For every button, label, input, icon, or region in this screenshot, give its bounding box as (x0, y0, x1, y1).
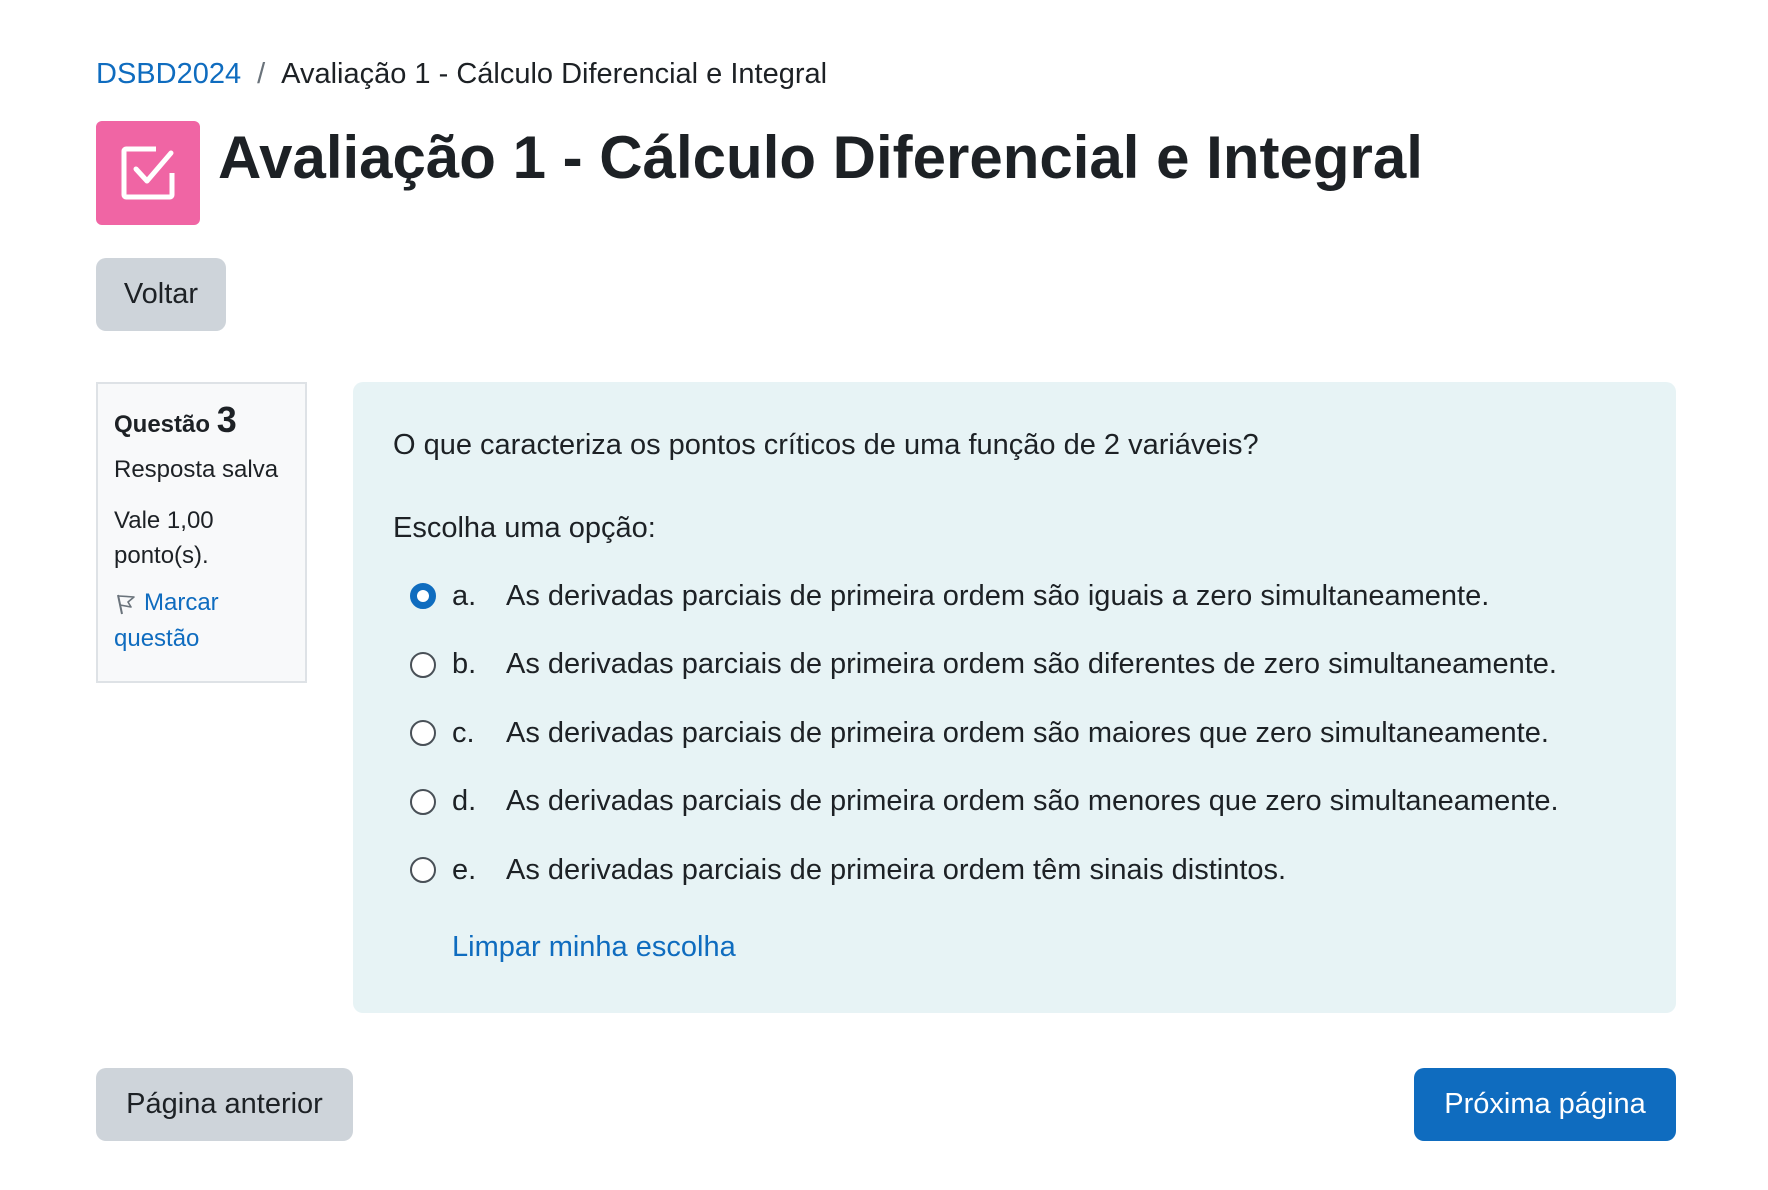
flag-question-link[interactable]: Marcar questão (114, 585, 289, 657)
answer-letter: c. (452, 716, 475, 749)
answer-text[interactable]: As derivadas parciais de primeira ordem … (506, 854, 1636, 887)
answer-option-e[interactable]: e. As derivadas parciais de primeira ord… (393, 836, 1636, 905)
quiz-attempt-page: DSBD2024 / Avaliação 1 - Cálculo Diferen… (0, 0, 1768, 1190)
answer-letter: b. (452, 648, 477, 681)
answer-radio-d[interactable] (410, 788, 436, 815)
answer-text[interactable]: As derivadas parciais de primeira ordem … (506, 717, 1636, 750)
answer-radio-b[interactable] (410, 651, 436, 678)
answer-option-c[interactable]: c. As derivadas parciais de primeira ord… (393, 699, 1636, 768)
back-button[interactable]: Voltar (96, 258, 226, 331)
question-info-panel: Questão 3 Resposta salva Vale 1,00 ponto… (96, 382, 307, 683)
answer-radio-a[interactable] (410, 583, 436, 610)
answer-option-d[interactable]: d. As derivadas parciais de primeira ord… (393, 768, 1636, 837)
clear-choice-link[interactable]: Limpar minha escolha (452, 931, 736, 964)
answer-text[interactable]: As derivadas parciais de primeira ordem … (506, 785, 1636, 818)
breadcrumb-separator: / (257, 58, 266, 90)
answer-letter: a. (452, 579, 477, 612)
breadcrumb-course-link[interactable]: DSBD2024 (96, 56, 241, 92)
answer-text[interactable]: As derivadas parciais de primeira ordem … (506, 648, 1636, 681)
answer-prompt: Escolha uma opção: (393, 512, 656, 544)
question-number-label: Questão (114, 411, 211, 438)
answer-letter: d. (452, 785, 477, 818)
question-grade: Vale 1,00 ponto(s). (114, 507, 214, 569)
question-number: Questão 3 (114, 400, 289, 445)
question-state: Resposta salva (114, 456, 279, 483)
flag-icon (117, 594, 135, 614)
page-header: Avaliação 1 - Cálculo Diferencial e Inte… (96, 121, 1423, 225)
answer-text[interactable]: As derivadas parciais de primeira ordem … (506, 580, 1636, 613)
answer-radio-c[interactable] (410, 720, 436, 747)
answer-radio-e[interactable] (410, 857, 436, 884)
answer-option-a[interactable]: a. As derivadas parciais de primeira ord… (393, 562, 1636, 631)
quiz-checkbox-icon (96, 121, 200, 225)
page-title: Avaliação 1 - Cálculo Diferencial e Inte… (218, 124, 1423, 191)
question-text: O que caracteriza os pontos críticos de … (393, 429, 1259, 461)
question-content: O que caracteriza os pontos críticos de … (353, 382, 1676, 1013)
previous-page-button[interactable]: Página anterior (96, 1068, 353, 1141)
answer-option-b[interactable]: b. As derivadas parciais de primeira ord… (393, 631, 1636, 700)
breadcrumb-current: Avaliação 1 - Cálculo Diferencial e Inte… (281, 58, 828, 90)
answer-list: a. As derivadas parciais de primeira ord… (393, 562, 1636, 905)
question-number-value: 3 (216, 399, 237, 440)
breadcrumb: DSBD2024 / Avaliação 1 - Cálculo Diferen… (96, 56, 827, 92)
answer-letter: e. (452, 853, 477, 886)
next-page-button[interactable]: Próxima página (1414, 1068, 1676, 1141)
